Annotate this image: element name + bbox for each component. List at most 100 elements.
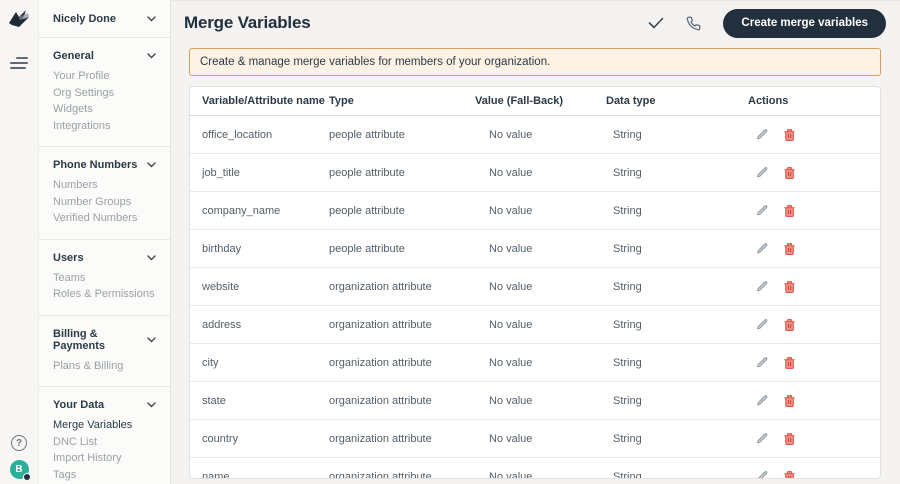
sidebar-item-teams[interactable]: Teams (53, 270, 156, 287)
settings-sidebar: Nicely Done General Your Profile Org Setti… (38, 0, 171, 484)
help-icon[interactable]: ? (11, 435, 27, 451)
app-window: ? B Nicely Done General Your Profile Org S… (0, 0, 900, 484)
sidebar-item-your-profile[interactable]: Your Profile (53, 68, 156, 85)
value-cell: No value (489, 394, 533, 407)
sidebar-item-tags[interactable]: Tags (53, 467, 156, 484)
variable-name-cell: birthday (202, 242, 242, 255)
table-header-row: Variable/Attribute name Type Value (Fall… (190, 87, 880, 116)
type-cell: organization attribute (329, 394, 432, 407)
column-header-actions: Actions (748, 95, 789, 107)
app-logo-icon[interactable] (6, 8, 32, 35)
chevron-down-icon (147, 336, 156, 342)
data-type-cell: String (613, 204, 642, 217)
sidebar-section-title-phone-numbers[interactable]: Phone Numbers (53, 159, 156, 171)
variable-name-cell: name (202, 470, 230, 479)
sidebar-item-numbers[interactable]: Numbers (53, 177, 156, 194)
user-avatar[interactable]: B (9, 460, 31, 481)
variable-name-cell: office_location (202, 128, 273, 141)
trash-icon[interactable] (783, 356, 796, 370)
org-switcher[interactable]: Nicely Done (39, 0, 170, 38)
variable-name-cell: country (202, 432, 239, 445)
section-title-label: Phone Numbers (53, 159, 138, 171)
edit-icon[interactable] (756, 356, 769, 369)
sidebar-item-org-settings[interactable]: Org Settings (53, 85, 156, 102)
icon-rail: ? B (0, 0, 38, 484)
sidebar-item-merge-variables[interactable]: Merge Variables (53, 417, 156, 434)
data-type-cell: String (613, 128, 642, 141)
page-content: Create & manage merge variables for memb… (171, 45, 900, 479)
avatar-initial: B (15, 464, 23, 475)
actions-cell (748, 280, 880, 294)
rail-bottom: ? B (9, 435, 31, 481)
sidebar-section-users: Users Teams Roles & Permissions (39, 240, 170, 316)
trash-icon[interactable] (783, 128, 796, 142)
value-cell: No value (489, 166, 533, 179)
chevron-down-icon (147, 254, 156, 260)
trash-icon[interactable] (783, 280, 796, 294)
value-cell: No value (489, 242, 533, 255)
edit-icon[interactable] (756, 166, 769, 179)
table-row-state: state organization attribute No value Strin… (190, 382, 880, 420)
info-banner-text: Create & manage merge variables for memb… (200, 56, 551, 68)
edit-icon[interactable] (756, 280, 769, 293)
section-title-label: General (53, 50, 94, 62)
sidebar-section-title-general[interactable]: General (53, 50, 156, 62)
table-row-name: name organization attribute No value String (190, 458, 880, 479)
actions-cell (748, 394, 880, 408)
table-body: office_location people attribute No value S… (190, 116, 880, 479)
edit-icon[interactable] (756, 318, 769, 331)
type-cell: people attribute (329, 242, 405, 255)
type-cell: organization attribute (329, 432, 432, 445)
sidebar-item-dnc-list[interactable]: DNC List (53, 434, 156, 451)
phone-icon[interactable] (686, 16, 701, 31)
sidebar-section-general: General Your Profile Org Settings Widgets In… (39, 38, 170, 147)
trash-icon[interactable] (783, 470, 796, 478)
sidebar-section-title-users[interactable]: Users (53, 252, 156, 264)
sidebar-item-roles-permissions[interactable]: Roles & Permissions (53, 286, 156, 303)
actions-cell (748, 432, 880, 446)
edit-icon[interactable] (756, 394, 769, 407)
variable-name-cell: state (202, 394, 226, 407)
chevron-down-icon (147, 402, 156, 408)
section-title-label: Billing & Payments (53, 327, 105, 352)
sidebar-item-number-groups[interactable]: Number Groups (53, 194, 156, 211)
create-merge-variables-button[interactable]: Create merge variables (723, 8, 886, 38)
actions-cell (748, 470, 880, 478)
edit-icon[interactable] (756, 242, 769, 255)
trash-icon[interactable] (783, 394, 796, 408)
sidebar-item-widgets[interactable]: Widgets (53, 101, 156, 118)
sidebar-section-title-your-data[interactable]: Your Data (53, 399, 156, 411)
chevron-down-icon (147, 53, 156, 59)
trash-icon[interactable] (783, 432, 796, 446)
trash-icon[interactable] (783, 318, 796, 332)
data-type-cell: String (613, 242, 642, 255)
section-title-label: Users (53, 251, 84, 264)
type-cell: organization attribute (329, 318, 432, 331)
sidebar-item-verified-numbers[interactable]: Verified Numbers (53, 210, 156, 227)
table-row-city: city organization attribute No value String (190, 344, 880, 382)
sidebar-section-your-data: Your Data Merge Variables DNC List Import H… (39, 387, 170, 484)
sidebar-item-integrations[interactable]: Integrations (53, 118, 156, 135)
value-cell: No value (489, 432, 533, 445)
edit-icon[interactable] (756, 204, 769, 217)
column-header-value: Value (Fall-Back) (475, 95, 564, 107)
sidebar-section-billing-payments: Billing & Payments Plans & Billing (39, 316, 170, 387)
check-icon[interactable] (648, 17, 664, 29)
menu-icon[interactable] (10, 57, 28, 72)
edit-icon[interactable] (756, 128, 769, 141)
avatar-status-dot (22, 473, 31, 481)
edit-icon[interactable] (756, 432, 769, 445)
chevron-down-icon (147, 162, 156, 168)
variable-name-cell: company_name (202, 204, 281, 217)
edit-icon[interactable] (756, 470, 769, 478)
variable-name-cell: address (202, 318, 242, 331)
value-cell: No value (489, 470, 533, 479)
table-row-job-title: job_title people attribute No value String (190, 154, 880, 192)
trash-icon[interactable] (783, 166, 796, 180)
sidebar-item-plans-billing[interactable]: Plans & Billing (53, 358, 156, 375)
trash-icon[interactable] (783, 204, 796, 218)
sidebar-section-title-billing-payments[interactable]: Billing & Payments (53, 328, 156, 352)
type-cell: people attribute (329, 128, 405, 141)
trash-icon[interactable] (783, 242, 796, 256)
sidebar-item-import-history[interactable]: Import History (53, 450, 156, 467)
